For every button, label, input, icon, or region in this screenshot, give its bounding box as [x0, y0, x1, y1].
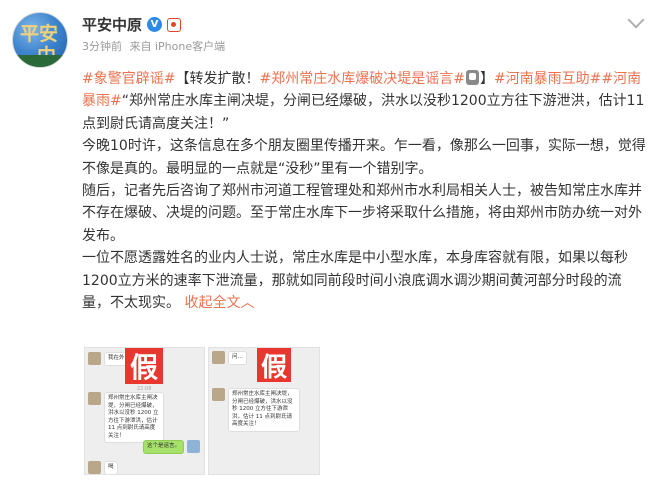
chat-row-reply: 这个是谣言。 — [143, 440, 201, 454]
chat-row-top: 问... — [212, 351, 247, 365]
chevron-down-icon[interactable] — [627, 11, 645, 29]
chat-row-top: 我在外 — [88, 352, 129, 366]
chat-row-message: 郑州常庄水库主闸决堤，分闸已经爆破，洪水以没秒 1200 立方往下游泄洪，估计 … — [212, 388, 318, 432]
tag-rain-help[interactable]: #河南暴雨互助# — [494, 71, 601, 87]
post-content: #象警官辟谣#【转发扩散！#郑州常庄水库爆破决堤是谣言# 】#河南暴雨互助##河南… — [82, 68, 648, 314]
name-row: 平安中原 V — [82, 14, 182, 35]
headline-prefix: 【转发扩散！ — [175, 71, 260, 87]
verified-icon[interactable]: V — [147, 17, 163, 32]
fake-stamp: 假 — [125, 348, 163, 384]
paragraph-3-text: 一位不愿透露姓名的业内人士说，常庄水库是中小型水库，本身库容就有限，如果以每秒1… — [82, 250, 628, 312]
post-image-1[interactable]: 我在外 假 22:08 郑州常庄水库主闸决堤，分闸已经爆破，洪水以没秒 1200… — [84, 347, 205, 475]
post-headline: #象警官辟谣#【转发扩散！#郑州常庄水库爆破决堤是谣言# 】#河南暴雨互助##河南… — [82, 68, 648, 135]
chat-row-bottom: 喝 — [88, 461, 118, 474]
tag-title[interactable]: #郑州常庄水库爆破决堤是谣言# — [259, 71, 464, 87]
post-image-2[interactable]: 问... 假 郑州常庄水库主闸决堤，分闸已经爆破，洪水以没秒 1200 立方往下… — [208, 347, 320, 475]
headline-bracket: 】 — [479, 71, 494, 87]
chat-bubble-message: 郑州常庄水库主闸决堤，分闸已经爆破，洪水以没秒 1200 立方往下游泄洪，估计 … — [104, 392, 164, 443]
chat-avatar — [187, 440, 201, 453]
chevron-up-icon: ︿ — [240, 295, 255, 312]
chat-row-message: 郑州常庄水库主闸决堤，分闸已经爆破，洪水以没秒 1200 立方往下游泄洪，估计 … — [88, 392, 200, 443]
mic-icon — [465, 70, 479, 85]
headline-quote: “郑州常庄水库主闸决堤，分闸已经爆破，洪水以没秒1200立方往下游泄洪，估计11… — [82, 93, 645, 132]
chat-avatar — [212, 351, 225, 364]
chat-avatar — [88, 392, 101, 405]
avatar-ground — [13, 55, 67, 67]
member-badge-icon[interactable] — [167, 17, 182, 32]
chat-avatar — [88, 461, 101, 474]
collapse-label: 收起全文 — [184, 295, 241, 312]
collapse-link[interactable]: 收起全文︿ — [184, 295, 254, 311]
chat-bubble: 喝 — [104, 461, 118, 474]
chat-avatar — [212, 388, 225, 401]
post-source[interactable]: 来自 iPhone客户端 — [130, 40, 226, 53]
post-meta: 3分钟前 来自 iPhone客户端 — [82, 38, 229, 54]
post-paragraph-3: 一位不愿透露姓名的业内人士说，常庄水库是中小型水库，本身库容就有限，如果以每秒1… — [82, 247, 648, 314]
chat-avatar — [88, 352, 101, 365]
post-time[interactable]: 3分钟前 — [82, 40, 122, 53]
avatar[interactable]: 平安 中原 — [12, 12, 68, 68]
tag-rumor[interactable]: #象警官辟谣# — [82, 71, 175, 87]
chat-bubble-message: 郑州常庄水库主闸决堤，分闸已经爆破，洪水以没秒 1200 立方往下游泄洪，估计 … — [228, 388, 300, 432]
fake-stamp: 假 — [257, 348, 291, 383]
chat-bubble: 问... — [228, 351, 247, 365]
username[interactable]: 平安中原 — [82, 14, 142, 35]
post-paragraph-2: 随后，记者先后咨询了郑州市河道工程管理处和郑州市水利局相关人士，被告知常庄水库并… — [82, 183, 642, 244]
chat-bubble-reply: 这个是谣言。 — [143, 440, 185, 454]
post-paragraph-1: 今晚10时许，这条信息在多个朋友圈里传播开来。乍一看，像那么一回事，实际一想，觉… — [82, 138, 646, 177]
